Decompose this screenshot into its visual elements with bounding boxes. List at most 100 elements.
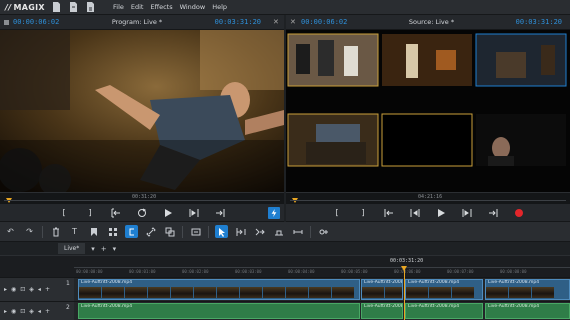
eye-icon[interactable]: ◉ — [11, 286, 16, 293]
track-number: 1 — [66, 280, 70, 287]
menu-item-effects[interactable]: Effects — [150, 3, 172, 11]
settings-icon — [319, 229, 328, 234]
audio-track-2[interactable]: ▸ ◉ ⊡ ◈ ◂ + 2 Live-Auftritt-2008.mp4 Liv… — [0, 301, 570, 320]
mark-out-button[interactable]: ] — [84, 207, 96, 219]
menu-item-edit[interactable]: Edit — [131, 3, 144, 11]
go-to-in-button[interactable] — [110, 207, 122, 219]
select-tool-button[interactable] — [215, 225, 228, 238]
mark-out-button[interactable]: ] — [357, 207, 369, 219]
snapshot-button[interactable] — [189, 225, 202, 238]
mute-icon[interactable]: ◂ — [38, 308, 41, 315]
eye-icon[interactable]: ◉ — [11, 308, 16, 315]
program-time-ruler[interactable]: 00:31:20 — [0, 192, 284, 204]
track-header: ▸ ◉ ⊡ ◈ ◂ + 2 — [0, 302, 74, 320]
solo-icon[interactable]: ◈ — [29, 286, 34, 293]
settings-button[interactable] — [317, 225, 330, 238]
effects-button[interactable] — [106, 225, 119, 238]
expand-icon[interactable]: ▸ — [4, 286, 7, 293]
source-timecode-right[interactable]: 00:03:31:20 — [516, 18, 562, 26]
mute-icon[interactable]: ◂ — [38, 286, 41, 293]
lightning-icon[interactable] — [268, 207, 280, 219]
previous-frame-button[interactable] — [409, 207, 421, 219]
loop-icon — [138, 208, 147, 217]
range-icon — [293, 229, 302, 234]
mark-in-button[interactable]: [ — [58, 207, 70, 219]
next-frame-button[interactable] — [188, 207, 200, 219]
go-to-in-button[interactable] — [383, 207, 395, 219]
range-tool-button[interactable] — [291, 225, 304, 238]
audio-clip[interactable]: Live-Auftritt-2008.mp4 — [405, 303, 483, 319]
marker-button[interactable] — [87, 225, 100, 238]
lock-icon[interactable]: ⊡ — [20, 286, 25, 293]
close-icon[interactable]: ✕ — [273, 18, 280, 26]
video-clip[interactable]: Live-Auftritt-2008.mp4 — [485, 279, 570, 300]
group-button[interactable] — [163, 225, 176, 238]
lock-icon[interactable]: ⊡ — [20, 308, 25, 315]
next-frame-button[interactable] — [461, 207, 473, 219]
source-time-ruler[interactable]: 04:21:16 — [286, 192, 570, 204]
previous-frame-icon — [410, 208, 420, 217]
go-to-in-icon — [384, 208, 393, 217]
program-monitor-title: Program: Live * — [111, 18, 163, 26]
add-tab-icon[interactable]: + — [101, 245, 107, 253]
go-to-out-button[interactable] — [487, 207, 499, 219]
program-video-frame[interactable] — [0, 30, 284, 192]
audio-clip[interactable]: Live-Auftritt-2008.mp4 — [361, 303, 403, 319]
link-button[interactable] — [144, 225, 157, 238]
edit-toolbar: ↶ ↷ T — [0, 222, 570, 242]
track-header: ▸ ◉ ⊡ ◈ ◂ + 1 — [0, 278, 74, 301]
menu-item-file[interactable]: File — [113, 3, 124, 11]
app-logo-text: MAGIX — [13, 2, 45, 12]
add-icon[interactable]: + — [45, 308, 50, 315]
play-button[interactable] — [435, 207, 447, 219]
source-thumbnails — [286, 30, 570, 192]
video-clip[interactable]: Live-Auftritt-2008.mp4 — [78, 279, 360, 300]
delete-button[interactable] — [49, 225, 62, 238]
title-button[interactable]: T — [68, 225, 81, 238]
record-button[interactable] — [513, 207, 525, 219]
playhead-line[interactable] — [404, 266, 405, 320]
mark-in-button[interactable]: [ — [331, 207, 343, 219]
new-file-icon[interactable] — [52, 2, 61, 12]
close-icon[interactable]: ✕ — [290, 18, 297, 26]
video-clip[interactable]: Live-Auftritt-2008.mp4 — [361, 279, 403, 300]
tab-dropdown-icon[interactable]: ▾ — [113, 245, 117, 253]
expand-icon[interactable]: ▸ — [4, 308, 7, 315]
group-icon — [165, 227, 174, 236]
undo-button[interactable]: ↶ — [4, 225, 17, 238]
go-to-out-button[interactable] — [214, 207, 226, 219]
program-monitor-header: 00:00:06:02 Program: Live * 00:03:31:20 … — [0, 15, 284, 30]
audio-clip[interactable]: Live-Auftritt-2008.mp4 — [78, 303, 360, 319]
source-timecode-left[interactable]: 00:00:06:02 — [301, 18, 347, 26]
clip-title: Live-Auftritt-2008.mp4 — [364, 280, 402, 285]
magix-logo-icon: // — [5, 2, 12, 12]
tab-menu-icon[interactable]: ▾ — [91, 245, 95, 253]
add-icon[interactable]: + — [45, 286, 50, 293]
cut-tool-button[interactable] — [272, 225, 285, 238]
redo-button[interactable]: ↷ — [23, 225, 36, 238]
go-to-out-icon — [489, 208, 498, 217]
program-transport-bar: [ ] — [0, 204, 284, 222]
video-clip[interactable]: Live-Auftritt-2008.mp4 — [405, 279, 483, 300]
toolbar-divider — [208, 225, 209, 238]
solo-icon[interactable]: ◈ — [29, 308, 34, 315]
slip-tool-button[interactable] — [253, 225, 266, 238]
menu-item-window[interactable]: Window — [180, 3, 206, 11]
play-button[interactable] — [162, 207, 174, 219]
monitor-menu-icon[interactable] — [4, 19, 9, 25]
timeline-position: 00:03:31:20 — [390, 258, 424, 264]
timeline-ruler[interactable]: 00:03:31:20 00:00:00:00 00:00:01:00 00:0… — [0, 255, 570, 277]
clip-title: Live-Auftritt-2008.mp4 — [488, 304, 540, 309]
program-timecode-left[interactable]: 00:00:06:02 — [13, 18, 59, 26]
trim-tool-button[interactable] — [234, 225, 247, 238]
menu-item-help[interactable]: Help — [212, 3, 227, 11]
loop-button[interactable] — [136, 207, 148, 219]
program-timecode-right[interactable]: 00:03:31:20 — [215, 18, 261, 26]
audio-clip[interactable]: Live-Auftritt-2008.mp4 — [485, 303, 570, 319]
save-file-icon[interactable] — [86, 2, 95, 12]
tab-live[interactable]: Live* — [58, 243, 86, 254]
ripple-edit-button[interactable] — [125, 225, 138, 238]
open-file-icon[interactable] — [69, 2, 78, 12]
tick-label: 00:00:07:00 — [447, 269, 474, 274]
video-track-1[interactable]: ▸ ◉ ⊡ ◈ ◂ + 1 Live-Auftritt-2008.mp4 Liv… — [0, 277, 570, 301]
